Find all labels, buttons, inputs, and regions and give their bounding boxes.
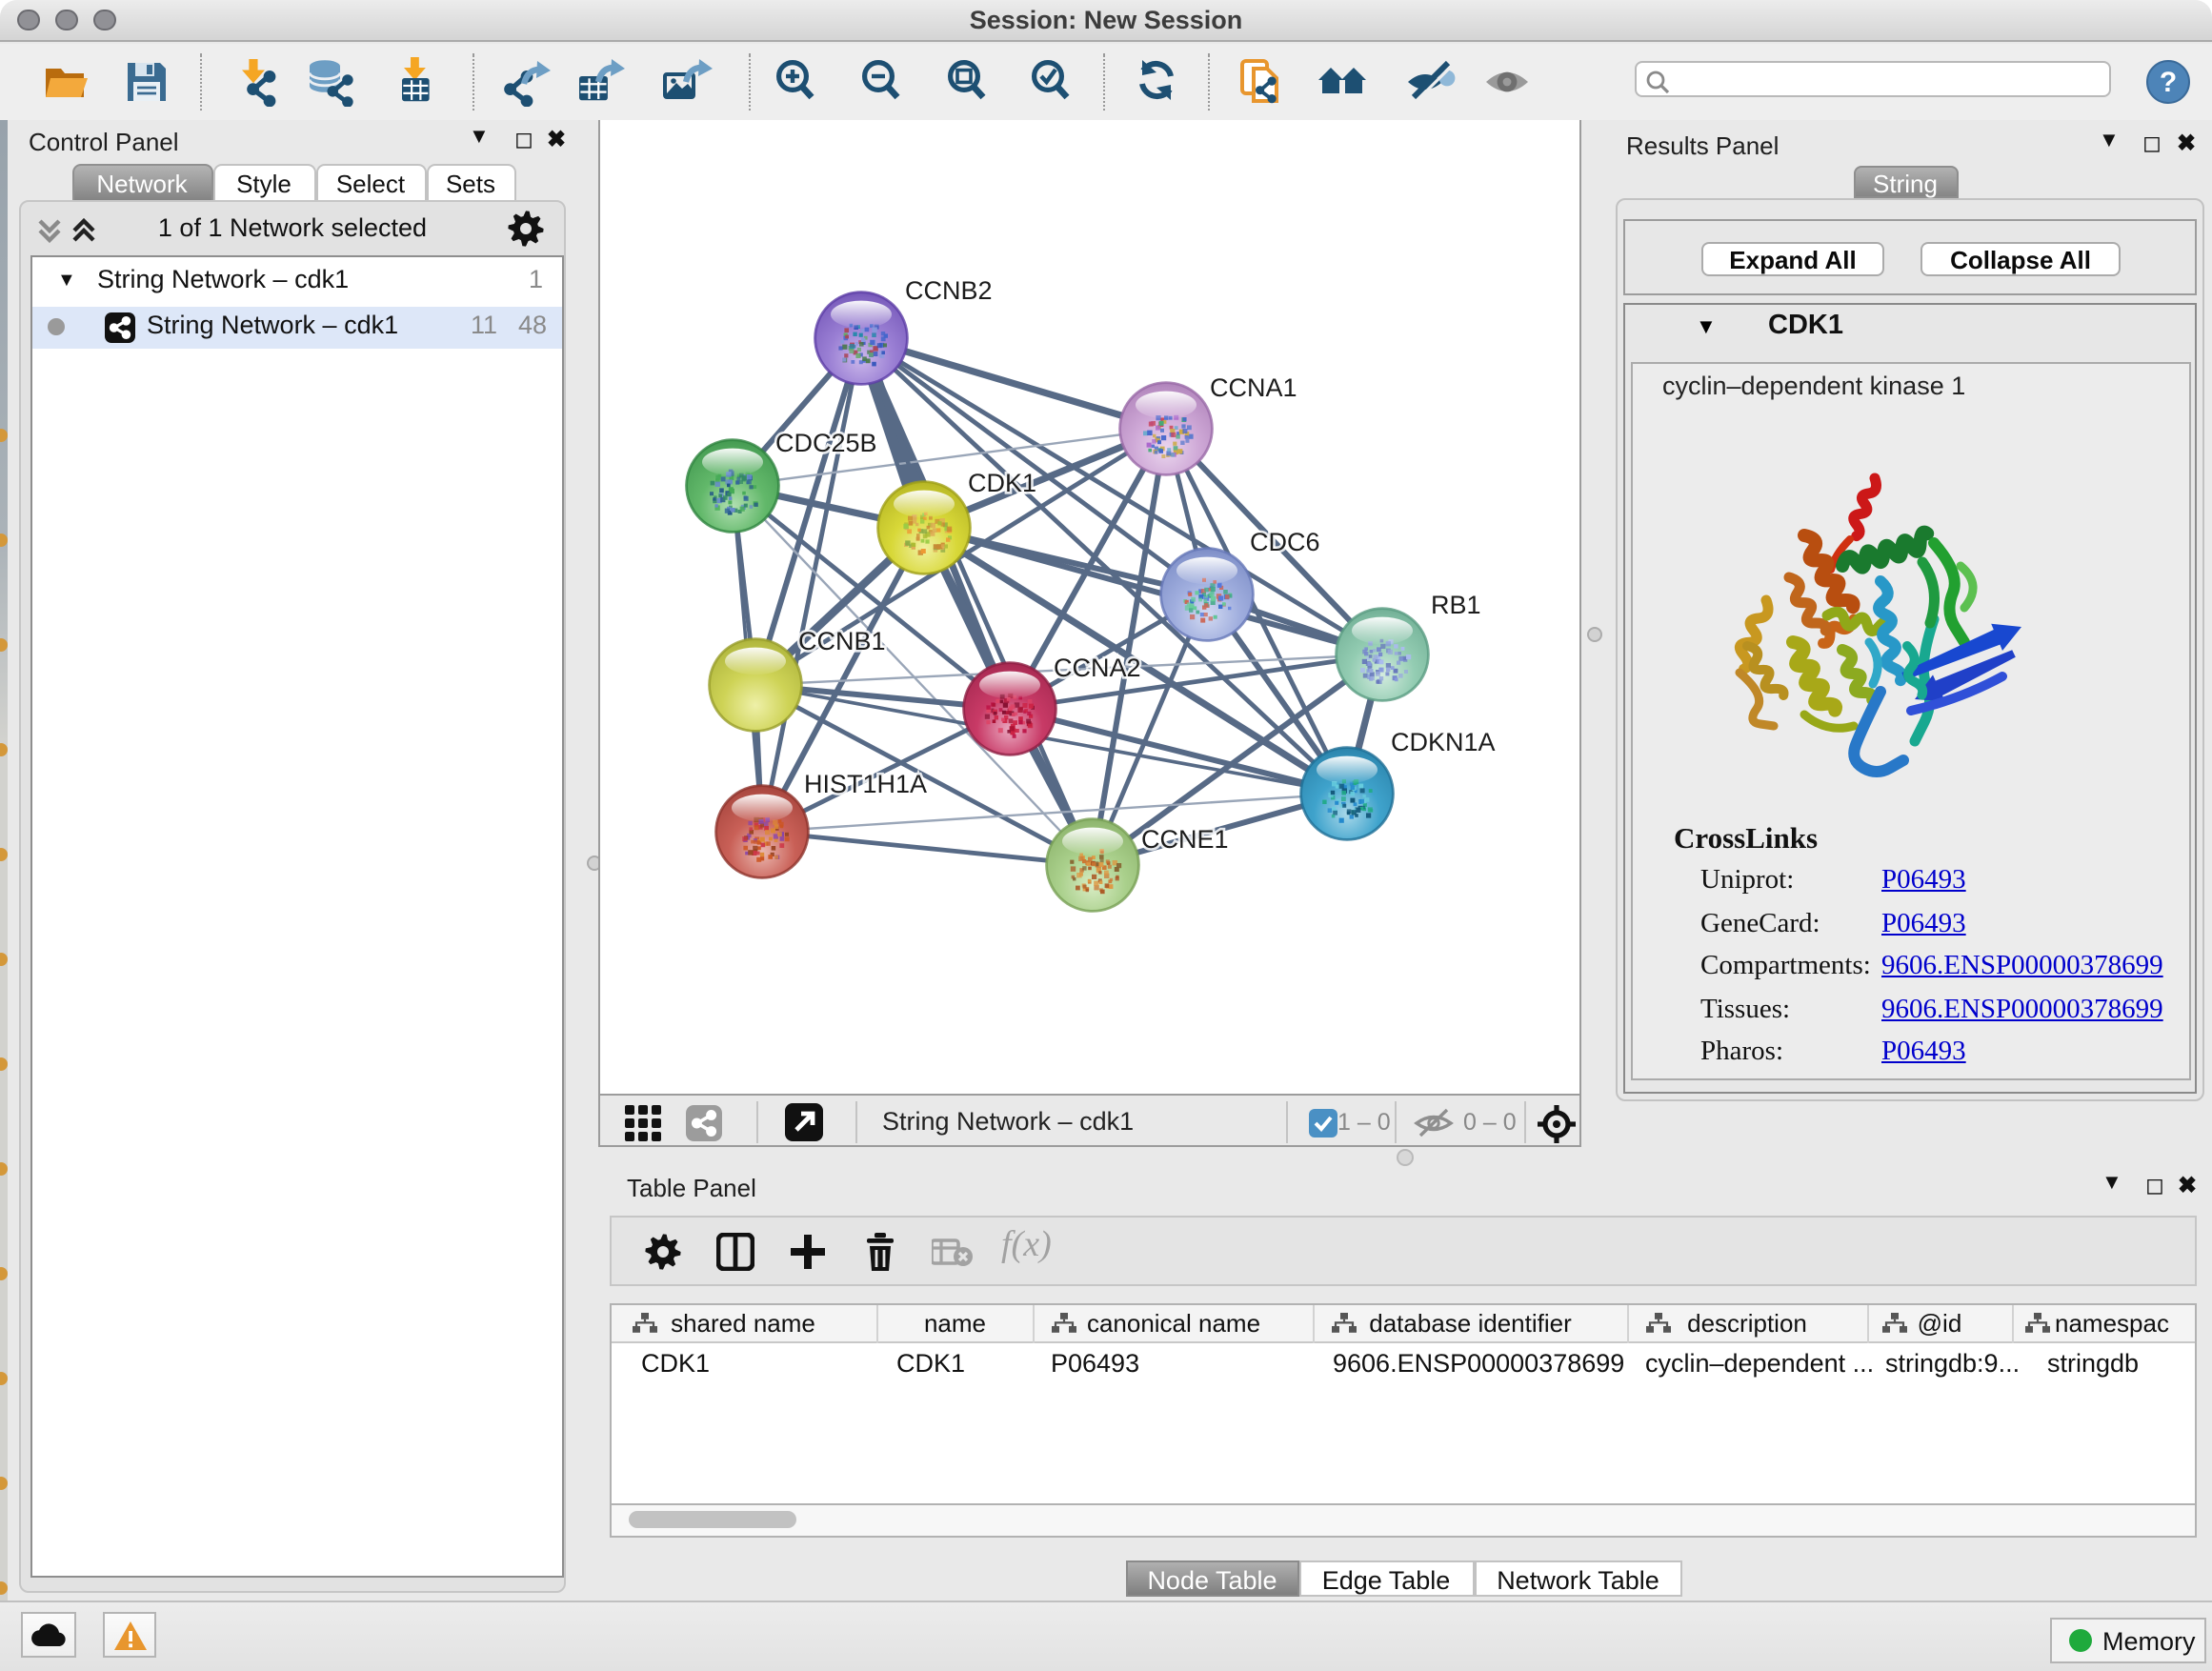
- svg-text:CCNB2: CCNB2: [905, 275, 993, 304]
- svg-text:HIST1H1A: HIST1H1A: [804, 769, 927, 797]
- svg-text:CDC6: CDC6: [1250, 527, 1320, 555]
- svg-text:CDKN1A: CDKN1A: [1391, 727, 1496, 755]
- svg-text:CCNB1: CCNB1: [798, 626, 886, 654]
- svg-text:CDK1: CDK1: [968, 468, 1036, 496]
- svg-text:CDC25B: CDC25B: [775, 428, 877, 456]
- svg-text:RB1: RB1: [1431, 590, 1481, 618]
- svg-text:?: ?: [2160, 66, 2177, 97]
- svg-text:CCNE1: CCNE1: [1141, 824, 1229, 853]
- svg-text:CCNA1: CCNA1: [1210, 372, 1297, 401]
- svg-text:CCNA2: CCNA2: [1054, 653, 1141, 681]
